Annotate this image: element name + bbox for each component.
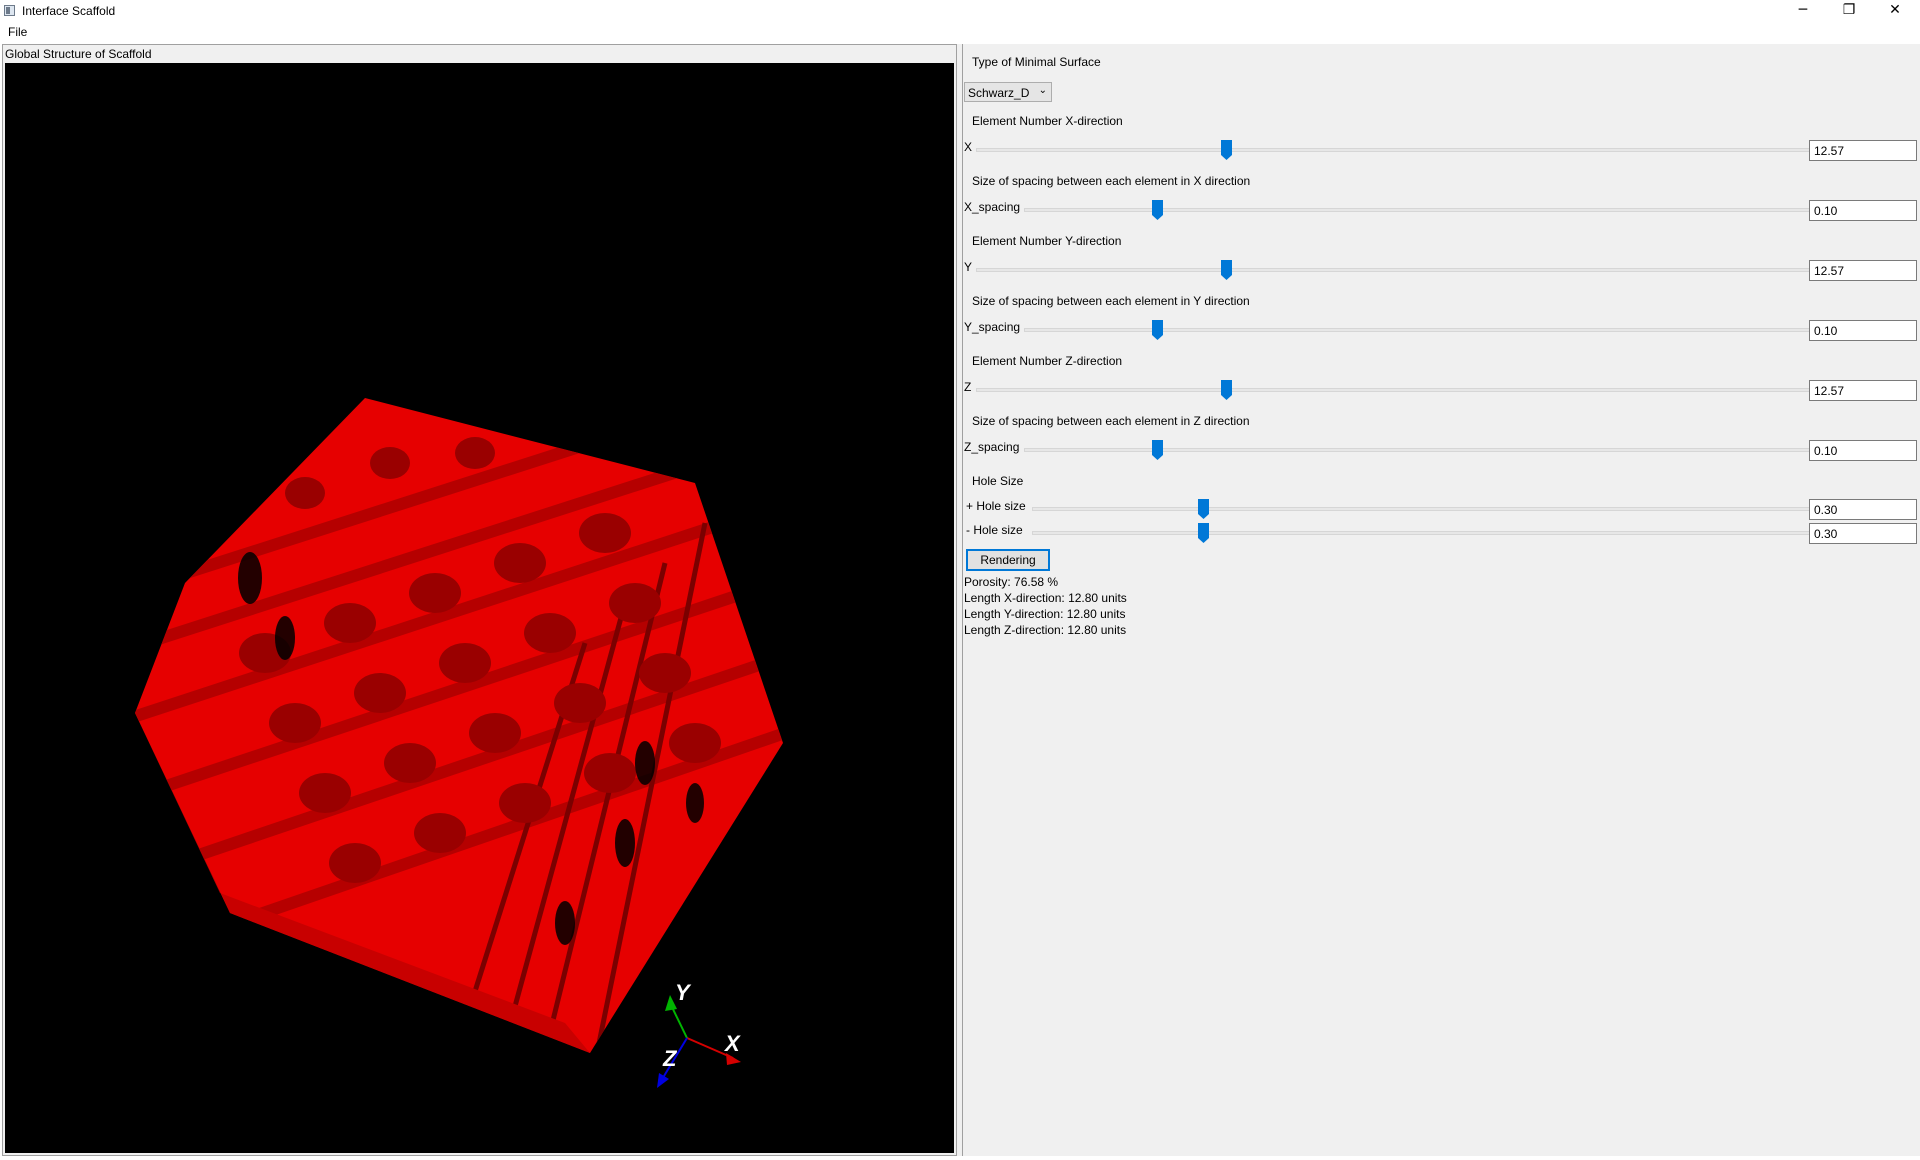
x-spacing-heading: Size of spacing between each element in … xyxy=(972,174,1251,188)
window-title: Interface Scaffold xyxy=(22,4,116,18)
hole-minus-slider-track[interactable] xyxy=(1032,531,1811,535)
surface-type-value: Schwarz_D xyxy=(968,86,1030,100)
control-panel: Type of Minimal Surface Schwarz_D ⌄ Elem… xyxy=(962,44,1920,1160)
y-slider-thumb[interactable] xyxy=(1221,260,1232,280)
scaffold-model xyxy=(135,398,783,1053)
length-z-text: Length Z-direction: 12.80 units xyxy=(964,623,1127,637)
menu-file[interactable]: File xyxy=(8,25,27,39)
z-slider-track[interactable] xyxy=(976,388,1811,392)
x-spacing-slider-track[interactable] xyxy=(1024,208,1811,212)
axis-z-label: Z xyxy=(662,1046,678,1071)
x-spacing-slider-thumb[interactable] xyxy=(1152,200,1164,220)
y-spacing-heading: Size of spacing between each element in … xyxy=(972,294,1250,308)
x-value-field[interactable]: 12.57 xyxy=(1809,140,1917,161)
maximize-button[interactable]: ❐ xyxy=(1826,0,1872,22)
length-x-text: Length X-direction: 12.80 units xyxy=(964,591,1127,605)
z-label: Z xyxy=(964,380,972,394)
surface-type-label: Type of Minimal Surface xyxy=(972,55,1101,69)
title-bar: Interface Scaffold ─ ❐ ✕ xyxy=(0,0,1920,22)
render-canvas[interactable]: Y X Z xyxy=(5,63,954,1153)
y-value-field[interactable]: 12.57 xyxy=(1809,260,1917,281)
hole-plus-label: + Hole size xyxy=(966,499,1026,513)
length-y-text: Length Y-direction: 12.80 units xyxy=(964,607,1126,621)
hole-size-heading: Hole Size xyxy=(972,474,1024,488)
x-label: X xyxy=(964,140,973,154)
z-value-field[interactable]: 12.57 xyxy=(1809,380,1917,401)
axis-y-label: Y xyxy=(675,980,692,1005)
x-spacing-label: X_spacing xyxy=(964,200,1021,214)
menu-bar: File xyxy=(0,22,1920,42)
chevron-down-icon: ⌄ xyxy=(1038,85,1047,96)
y-spacing-value-field[interactable]: 0.10 xyxy=(1809,320,1917,341)
app-icon xyxy=(4,5,15,16)
z-spacing-label: Z_spacing xyxy=(964,440,1020,454)
z-spacing-value-field[interactable]: 0.10 xyxy=(1809,440,1917,461)
minimize-button[interactable]: ─ xyxy=(1780,0,1826,22)
y-spacing-slider-thumb[interactable] xyxy=(1152,320,1164,340)
window-bottom-edge xyxy=(0,1156,1920,1160)
y-spacing-slider-track[interactable] xyxy=(1024,328,1811,332)
x-slider-track[interactable] xyxy=(976,148,1811,152)
y-heading: Element Number Y-direction xyxy=(972,234,1122,248)
y-label: Y xyxy=(964,260,973,274)
hole-minus-label: - Hole size xyxy=(966,523,1023,537)
z-heading: Element Number Z-direction xyxy=(972,354,1123,368)
porosity-text: Porosity: 76.58 % xyxy=(964,575,1059,589)
y-slider-track[interactable] xyxy=(976,268,1811,272)
surface-type-select[interactable]: Schwarz_D ⌄ xyxy=(964,82,1052,102)
hole-plus-slider-thumb[interactable] xyxy=(1197,499,1209,519)
axis-x-label: X xyxy=(723,1031,741,1056)
hole-minus-slider-thumb[interactable] xyxy=(1197,523,1209,543)
viewer-title: Global Structure of Scaffold xyxy=(5,47,152,61)
x-slider-thumb[interactable] xyxy=(1221,140,1232,160)
z-spacing-slider-thumb[interactable] xyxy=(1152,440,1164,460)
hole-plus-value-field[interactable]: 0.30 xyxy=(1809,499,1917,520)
rendering-button[interactable]: Rendering xyxy=(966,549,1050,571)
y-spacing-label: Y_spacing xyxy=(964,320,1021,334)
z-spacing-slider-track[interactable] xyxy=(1024,448,1811,452)
z-slider-thumb[interactable] xyxy=(1221,380,1232,400)
close-button[interactable]: ✕ xyxy=(1872,0,1918,22)
hole-plus-slider-track[interactable] xyxy=(1032,507,1811,511)
scaffold-viewer-panel: Global Structure of Scaffold Y X Z xyxy=(2,44,957,1156)
z-spacing-heading: Size of spacing between each element in … xyxy=(972,414,1250,428)
scaffold-render: Y X Z xyxy=(135,398,783,1088)
orientation-axes: Y X Z xyxy=(657,980,741,1088)
x-spacing-value-field[interactable]: 0.10 xyxy=(1809,200,1917,221)
x-heading: Element Number X-direction xyxy=(972,114,1123,128)
hole-minus-value-field[interactable]: 0.30 xyxy=(1809,523,1917,544)
